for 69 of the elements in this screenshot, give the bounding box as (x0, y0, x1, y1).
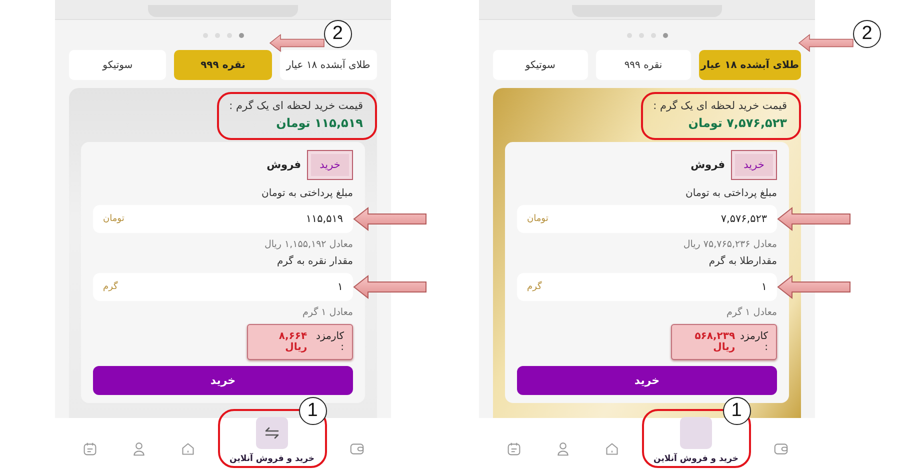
field-value: ۱ (337, 281, 343, 293)
trade-mode-tab[interactable]: خرید (731, 150, 777, 180)
carousel-dot[interactable] (202, 32, 208, 38)
unit-label: گرم (103, 282, 118, 292)
person-icon (556, 442, 570, 456)
wallet-icon (774, 442, 788, 456)
fee-value: ۸,۶۶۴ ریال (278, 331, 308, 353)
unit-label: تومان (527, 214, 548, 224)
trade-mode-tab[interactable]: فروش (688, 159, 727, 171)
nav-item[interactable] (180, 442, 195, 456)
nav-item[interactable] (506, 442, 521, 456)
nav-item[interactable] (350, 442, 364, 456)
trade-mode-tab[interactable]: فروش (264, 159, 303, 171)
price-label: قیمت خرید لحظه ای یک گرم : (653, 100, 787, 112)
person-icon (132, 442, 146, 456)
callout-arrow (797, 34, 855, 52)
swap-icon (264, 427, 280, 439)
price-value: ۱۱۵,۵۱۹ تومان (275, 116, 363, 130)
price-label: قیمت خرید لحظه ای یک گرم : (229, 100, 363, 112)
buy-button[interactable]: خرید (93, 366, 353, 395)
fee-label: کارمزد : (739, 331, 768, 353)
nav-item[interactable] (556, 442, 570, 456)
equivalent-text: معادل ۷۵,۷۶۵,۲۳۶ ریال (683, 239, 777, 250)
calendar-icon (506, 442, 521, 456)
category-tab[interactable]: طلای آبشده ۱۸ عیار (280, 50, 377, 80)
carousel-dot[interactable] (626, 32, 632, 38)
category-tab[interactable]: سوتیکو (493, 50, 588, 80)
nav-item[interactable] (82, 442, 97, 456)
equivalent-text: معادل ۱ گرم (726, 307, 777, 318)
trade-mode-tab[interactable]: خرید (307, 150, 353, 180)
carousel-dot[interactable] (238, 32, 244, 38)
category-tab[interactable]: نقره ۹۹۹ (174, 50, 272, 80)
input-field[interactable]: ۱ گرم (93, 273, 353, 301)
callout-arrow (268, 34, 326, 52)
carousel-dot[interactable] (638, 32, 644, 38)
carousel-dot[interactable] (214, 32, 220, 38)
fee-value: ۵۶۸,۲۳۹ ریال (694, 331, 736, 353)
field-value: ۱ (761, 281, 767, 293)
home-icon (604, 442, 619, 456)
category-tab[interactable]: طلای آبشده ۱۸ عیار (698, 50, 801, 80)
field-value: ۷,۵۷۶,۵۲۳ (720, 213, 767, 225)
input-field[interactable]: ۱۱۵,۵۱۹ تومان (93, 205, 353, 233)
buy-button[interactable]: خرید (517, 366, 777, 395)
equivalent-text: معادل ۱ گرم (302, 307, 353, 318)
field-value: ۱۱۵,۵۱۹ (306, 213, 343, 225)
unit-label: تومان (103, 214, 124, 224)
field-label: مقدار نقره به گرم (276, 256, 353, 267)
field-label: مبلغ پرداختی به تومان (686, 188, 777, 199)
nav-item[interactable] (604, 442, 619, 456)
callout-number: 2 (324, 20, 352, 48)
wallet-icon (350, 442, 364, 456)
category-tab[interactable]: نقره ۹۹۹ (596, 50, 691, 80)
input-field[interactable]: ۷,۵۷۶,۵۲۳ تومان (517, 205, 777, 233)
equivalent-text: معادل ۱,۱۵۵,۱۹۲ ریال (264, 239, 353, 250)
input-field[interactable]: ۱ گرم (517, 273, 777, 301)
nav-item[interactable] (132, 442, 146, 456)
unit-label: گرم (527, 282, 542, 292)
callout-number: 2 (853, 20, 881, 48)
home-icon (180, 442, 195, 456)
field-label: مبلغ پرداختی به تومان (262, 188, 353, 199)
fee-label: کارمزد : (315, 331, 344, 353)
carousel-dot[interactable] (650, 32, 656, 38)
calendar-icon (82, 442, 97, 456)
nav-item[interactable] (774, 442, 788, 456)
carousel-dot[interactable] (226, 32, 232, 38)
price-value: ۷,۵۷۶,۵۲۳ تومان (687, 116, 787, 130)
category-tab[interactable]: سوتیکو (69, 50, 166, 80)
carousel-dot[interactable] (662, 32, 668, 38)
field-label: مقدارطلا به گرم (708, 256, 777, 267)
